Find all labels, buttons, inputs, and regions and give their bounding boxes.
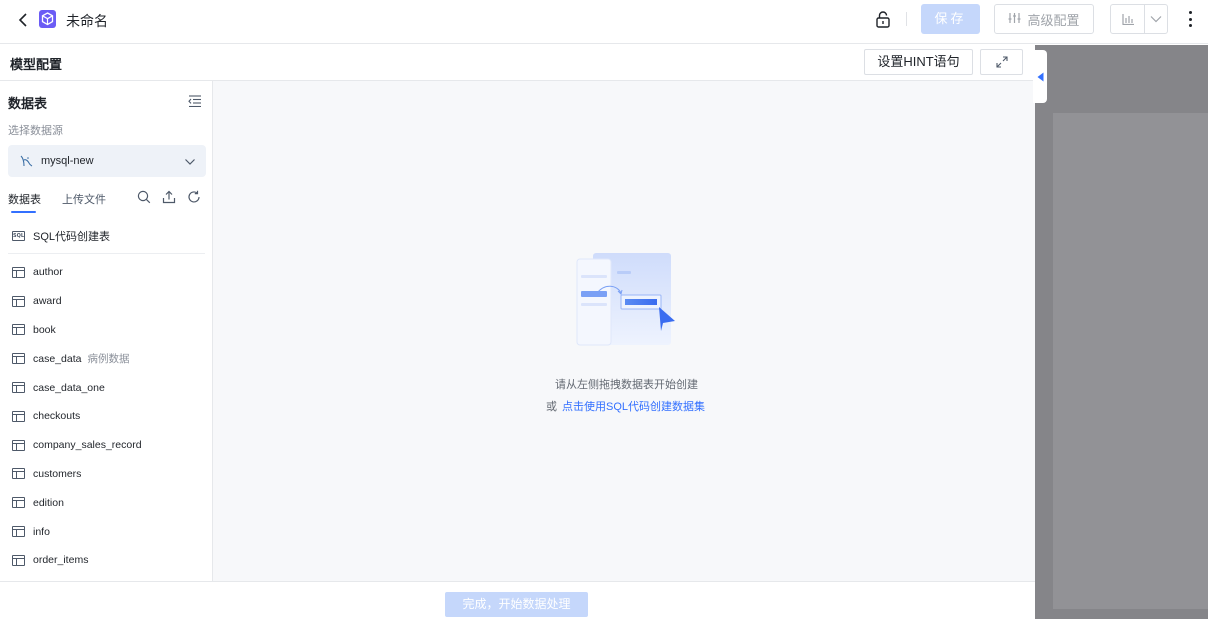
toolbar-divider bbox=[906, 12, 907, 26]
table-name: case_data bbox=[33, 352, 82, 365]
expand-icon[interactable] bbox=[980, 49, 1023, 75]
table-icon bbox=[12, 439, 25, 451]
table-row[interactable]: edition bbox=[0, 488, 212, 517]
table-icon bbox=[12, 266, 25, 278]
chevron-down-icon bbox=[184, 155, 196, 167]
divider bbox=[8, 253, 205, 254]
table-name: checkouts bbox=[33, 410, 81, 423]
table-name: case_data_one bbox=[33, 381, 105, 394]
table-row[interactable]: company_sales_record bbox=[0, 431, 212, 460]
datasource-select[interactable]: mysql-new bbox=[8, 145, 206, 177]
preview-panel bbox=[1035, 45, 1208, 619]
chevron-down-icon bbox=[1145, 15, 1167, 23]
app-logo-icon bbox=[39, 10, 56, 28]
caret-left-icon[interactable] bbox=[1033, 50, 1047, 103]
more-vertical-icon[interactable] bbox=[1183, 9, 1197, 29]
table-row[interactable]: case_data 病例数据 bbox=[0, 344, 212, 373]
table-icon bbox=[12, 497, 25, 509]
advanced-config-button[interactable]: 高级配置 bbox=[994, 4, 1094, 34]
table-row[interactable]: customers bbox=[0, 460, 212, 489]
model-config-title: 模型配置 bbox=[10, 57, 63, 72]
top-bar: 未命名 保存 高级配置 bbox=[0, 0, 1208, 44]
upload-icon[interactable] bbox=[162, 190, 176, 204]
table-name: edition bbox=[33, 496, 64, 509]
finish-button[interactable]: 完成，开始数据处理 bbox=[445, 592, 588, 617]
table-name: company_sales_record bbox=[33, 439, 142, 452]
sql-create-table-label: SQL代码创建表 bbox=[33, 231, 111, 243]
create-with-sql-link[interactable]: 点击使用SQL代码创建数据集 bbox=[562, 398, 705, 414]
table-name: award bbox=[33, 295, 62, 308]
table-icon bbox=[12, 324, 25, 336]
save-button[interactable]: 保存 bbox=[921, 4, 980, 34]
set-hint-button[interactable]: 设置HINT语句 bbox=[864, 49, 973, 75]
table-description: 病例数据 bbox=[87, 353, 130, 366]
table-row[interactable]: order_items bbox=[0, 546, 212, 575]
empty-state-illustration bbox=[575, 251, 675, 347]
data-table-sidebar: 数据表 选择数据源 mysql-new 数据表 上传文件 SQL SQL代码创建… bbox=[0, 81, 213, 581]
back-arrow-icon[interactable] bbox=[14, 11, 32, 29]
table-name: info bbox=[33, 525, 50, 538]
advanced-config-label: 高级配置 bbox=[1027, 12, 1080, 28]
table-row[interactable]: info bbox=[0, 517, 212, 546]
table-row[interactable]: award bbox=[0, 287, 212, 316]
table-list: author award book case_data 病例数据 case_dat… bbox=[0, 258, 212, 575]
chart-type-button[interactable] bbox=[1110, 4, 1168, 34]
table-icon bbox=[12, 526, 25, 538]
sql-icon: SQL bbox=[12, 231, 25, 241]
table-icon bbox=[12, 410, 25, 422]
refresh-icon[interactable] bbox=[187, 190, 201, 204]
collapse-list-icon[interactable] bbox=[188, 94, 202, 108]
datasource-label: 选择数据源 bbox=[8, 125, 63, 137]
table-icon bbox=[12, 382, 25, 394]
table-icon bbox=[12, 353, 25, 365]
table-icon bbox=[12, 468, 25, 480]
sidebar-title: 数据表 bbox=[8, 96, 48, 111]
preview-panel-content bbox=[1053, 113, 1208, 609]
table-icon bbox=[12, 295, 25, 307]
document-title[interactable]: 未命名 bbox=[66, 11, 108, 31]
table-row[interactable]: author bbox=[0, 258, 212, 287]
bar-chart-icon bbox=[1111, 5, 1145, 33]
footer-bar: 完成，开始数据处理 bbox=[0, 581, 1035, 619]
model-config-header: 模型配置 设置HINT语句 bbox=[0, 45, 1035, 81]
table-name: order_items bbox=[33, 554, 89, 567]
table-name: customers bbox=[33, 467, 82, 480]
tab-data-tables[interactable]: 数据表 bbox=[8, 191, 41, 207]
empty-state-text: 请从左侧拖拽数据表开始创建 bbox=[555, 379, 698, 391]
sql-create-table-item[interactable]: SQL SQL代码创建表 bbox=[8, 226, 205, 246]
table-name: book bbox=[33, 323, 56, 336]
table-row[interactable]: book bbox=[0, 316, 212, 345]
active-tab-indicator bbox=[11, 211, 36, 213]
or-text: 或 bbox=[546, 401, 557, 413]
sidebar-tabs: 数据表 上传文件 bbox=[8, 189, 206, 215]
lock-icon[interactable] bbox=[874, 10, 892, 30]
tab-upload-file[interactable]: 上传文件 bbox=[62, 191, 106, 207]
sliders-icon bbox=[1008, 12, 1021, 27]
table-row[interactable]: case_data_one bbox=[0, 373, 212, 402]
database-icon bbox=[19, 154, 33, 168]
model-editor: 模型配置 设置HINT语句 数据表 选择数据源 mysql-new 数据表 上传… bbox=[0, 45, 1035, 619]
datasource-value: mysql-new bbox=[41, 155, 94, 167]
table-name: author bbox=[33, 266, 63, 279]
model-canvas[interactable]: 请从左侧拖拽数据表开始创建 或 点击使用SQL代码创建数据集 bbox=[213, 81, 1035, 581]
search-icon[interactable] bbox=[137, 190, 151, 204]
table-row[interactable]: checkouts bbox=[0, 402, 212, 431]
table-icon bbox=[12, 554, 25, 566]
